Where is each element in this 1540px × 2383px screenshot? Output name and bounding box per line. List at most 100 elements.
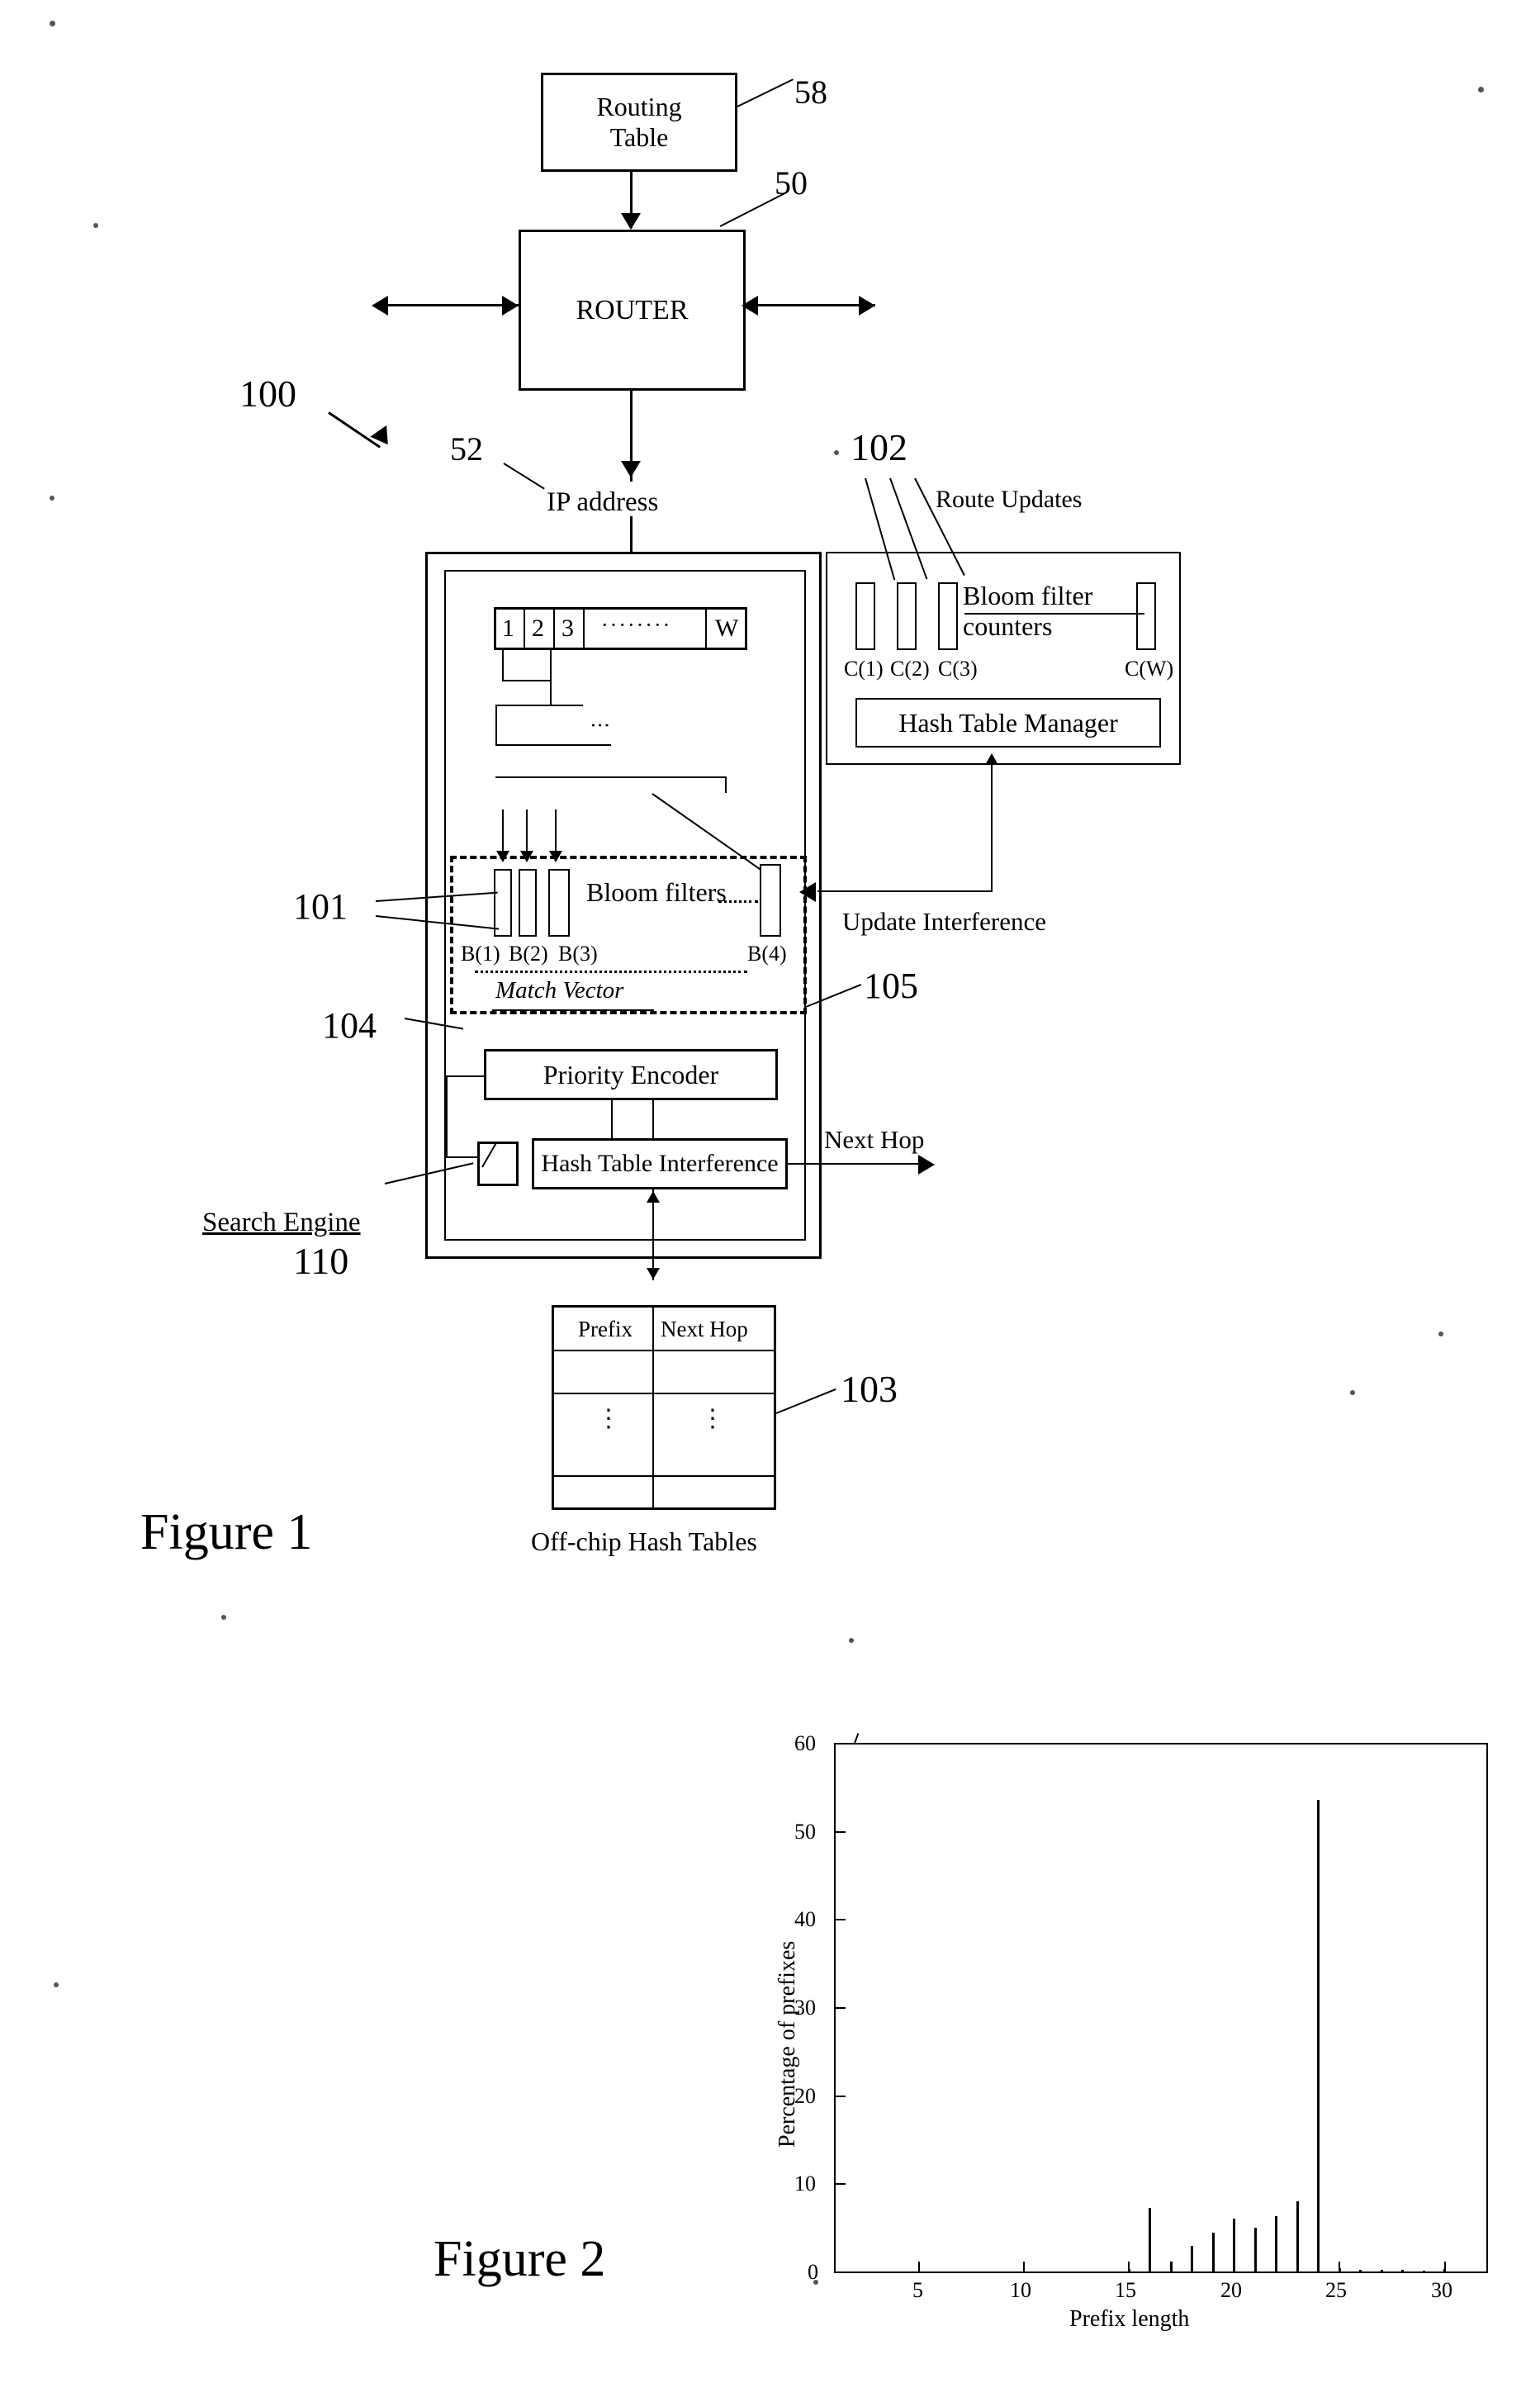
- counter-label-c1: C(1): [844, 657, 884, 681]
- word-cell-3: 3: [562, 615, 574, 642]
- offchip-row-divider-1: [553, 1393, 775, 1394]
- counter-label-cw: C(W): [1125, 657, 1174, 681]
- hash-table-manager-box: Hash Table Manager: [855, 698, 1161, 748]
- ref-105: 105: [864, 966, 918, 1006]
- offchip-header-nexthop: Next Hop: [661, 1317, 748, 1341]
- update-interference-vline: [991, 765, 993, 890]
- arrow-down-icon: [370, 425, 396, 451]
- word-cell-1: 1: [502, 615, 514, 642]
- router-box: ROUTER: [519, 230, 746, 391]
- arrow-stem: [555, 809, 557, 851]
- scan-speck: [849, 1638, 854, 1643]
- patent-figures-page: Routing Table 58 ROUTER 50 100 52 IP addr…: [0, 0, 1540, 2383]
- counter-bar-2: [897, 582, 917, 650]
- bloom-filter-bar-1: [494, 869, 512, 937]
- arrow-right-icon: [502, 296, 519, 316]
- offchip-column-divider: [652, 1307, 654, 1508]
- leader-line-52: [503, 463, 545, 490]
- scan-speck: [50, 496, 54, 501]
- ref-104: 104: [322, 1005, 377, 1046]
- scan-speck: [50, 21, 55, 26]
- arrow-left-icon: [799, 882, 816, 902]
- counters-divider-line: [964, 613, 1144, 615]
- scan-speck: [1438, 1332, 1443, 1336]
- update-interference-label: Update Interference: [842, 907, 1046, 936]
- leader-line-103: [775, 1388, 836, 1414]
- scan-speck: [1350, 1390, 1355, 1395]
- scan-speck: [1478, 87, 1484, 93]
- counter-bar-3: [938, 582, 958, 650]
- offchip-hash-tables-label: Off-chip Hash Tables: [531, 1526, 757, 1556]
- match-vector-underline: [492, 1009, 654, 1011]
- routing-table-box: Routing Table: [541, 73, 737, 172]
- arrow-left-icon: [372, 296, 388, 316]
- ref-100: 100: [239, 373, 296, 415]
- tap-line-3-h: [495, 744, 611, 746]
- bloom-filter-bar-4: [760, 864, 781, 937]
- chart-bar: [1359, 2269, 1362, 2271]
- tap-line-2-h: [495, 705, 583, 706]
- offchip-connector: [652, 1189, 654, 1280]
- word-array-divider: [524, 609, 525, 648]
- tap-line-2: [550, 650, 552, 706]
- counter-label-c2: C(2): [890, 657, 930, 681]
- bloom-filters-dotted-connector: [718, 900, 758, 903]
- leader-line-58: [737, 78, 794, 107]
- chart-bar: [1380, 2269, 1383, 2271]
- tap-line-w-h: [495, 776, 727, 778]
- figure-2-caption: Figure 2: [434, 2231, 606, 2287]
- bloom-filter-label-b2: B(2): [509, 942, 548, 966]
- next-hop-line: [788, 1163, 928, 1165]
- ref-58: 58: [794, 74, 827, 111]
- arrow-right-icon: [918, 1155, 935, 1175]
- counter-bar-1: [855, 582, 875, 650]
- tap-line-3: [495, 705, 497, 746]
- ref-101: 101: [293, 886, 348, 927]
- counter-label-c3: C(3): [938, 657, 978, 681]
- hash-table-interference-label: Hash Table Interference: [541, 1149, 779, 1177]
- word-cell-ellipsis: ········: [601, 613, 672, 637]
- scan-speck: [54, 1982, 59, 1987]
- route-updates-label: Route Updates: [936, 486, 1083, 513]
- arrow-left-icon: [742, 296, 758, 316]
- next-hop-label: Next Hop: [824, 1125, 925, 1154]
- figure-1-caption: Figure 1: [140, 1504, 313, 1560]
- search-engine-label: Search Engine: [202, 1208, 361, 1237]
- chart-bar: [1233, 2219, 1236, 2271]
- word-array-divider: [583, 609, 585, 648]
- arrow-down-icon: [647, 1268, 660, 1279]
- word-array-divider: [705, 609, 707, 648]
- arrow-stem: [502, 809, 504, 851]
- bloom-filter-bar-3: [548, 869, 570, 937]
- chart-bar: [1191, 2246, 1194, 2271]
- chart-bar: [1211, 2233, 1215, 2271]
- ref-52: 52: [450, 430, 483, 468]
- ip-address-label: IP address: [547, 487, 659, 517]
- chart-bars: [760, 1726, 1511, 2338]
- chart-bar: [1253, 2227, 1257, 2271]
- ref-50: 50: [775, 164, 808, 202]
- offchip-cell-ellipsis-nexthop: ⋮: [700, 1405, 725, 1432]
- arrow-down-icon: [621, 461, 641, 477]
- chart-bar: [1338, 2267, 1341, 2271]
- bloom-filter-label-b1: B(1): [461, 942, 500, 966]
- scan-speck: [93, 223, 98, 228]
- tap-line-1: [502, 650, 504, 681]
- encoder-bypass-h: [446, 1075, 486, 1077]
- chart-bar: [1296, 2200, 1299, 2271]
- priority-encoder-box: Priority Encoder: [484, 1049, 778, 1100]
- priority-encoder-label: Priority Encoder: [543, 1059, 719, 1089]
- match-vector-dotted-top: [475, 971, 747, 973]
- word-array-divider: [553, 609, 555, 648]
- tap-line-w-v: [725, 776, 727, 793]
- router-left-link: [388, 304, 520, 306]
- offchip-header-prefix: Prefix: [578, 1317, 633, 1341]
- chart-bar: [1169, 2262, 1173, 2271]
- leader-line-100: [328, 411, 381, 449]
- encoder-bypass-v: [446, 1075, 448, 1158]
- offchip-cell-ellipsis-prefix: ⋮: [596, 1405, 621, 1432]
- hash-table-manager-label: Hash Table Manager: [898, 707, 1118, 738]
- offchip-row-divider-2: [553, 1475, 775, 1477]
- ref-103: 103: [841, 1368, 898, 1410]
- prefix-length-chart: 0 10 20 30 40 50 60 5 10 15 20 25 30 Pre…: [760, 1726, 1511, 2338]
